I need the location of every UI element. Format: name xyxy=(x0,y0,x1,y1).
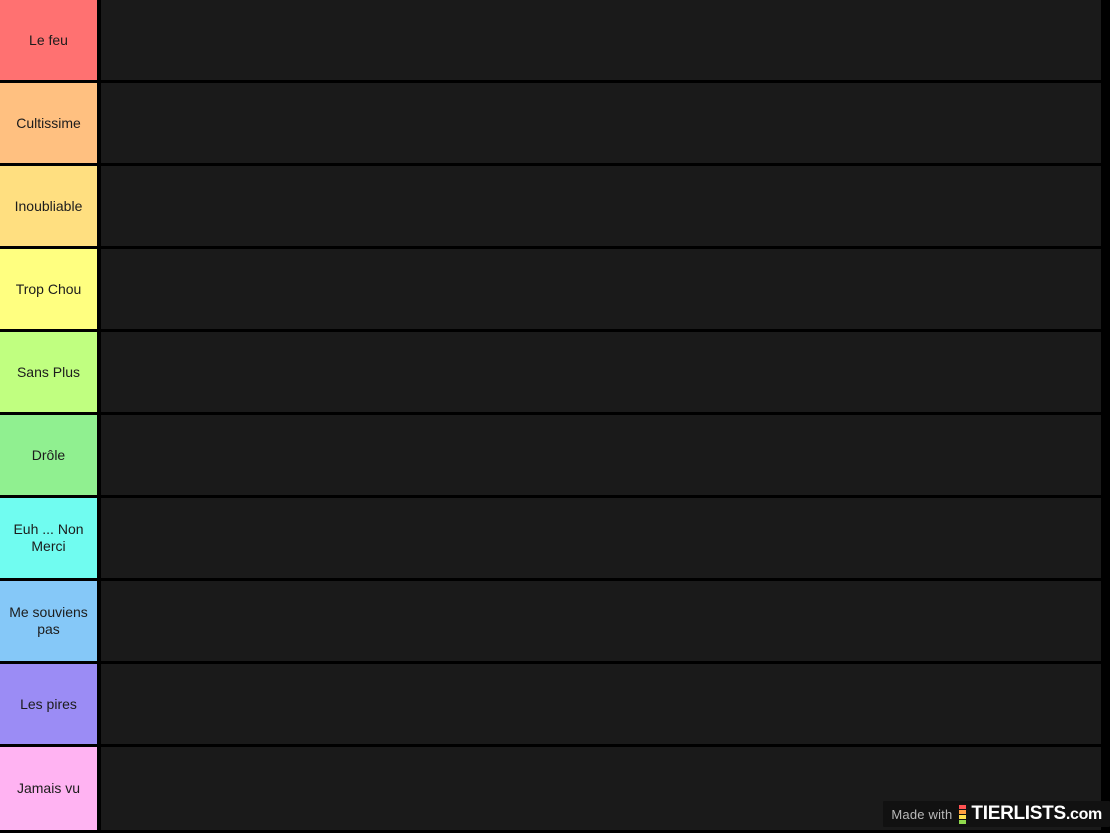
tier-label[interactable]: Sans Plus xyxy=(0,332,97,412)
tier-row: Cultissime xyxy=(0,83,1110,166)
watermark-made-with-label: Made with xyxy=(891,806,953,822)
tier-row: Les pires xyxy=(0,664,1110,747)
tier-label[interactable]: Me souviens pas xyxy=(0,581,97,661)
tier-row: Sans Plus xyxy=(0,332,1110,415)
tier-label[interactable]: Les pires xyxy=(0,664,97,744)
tier-dropzone[interactable] xyxy=(101,166,1101,246)
tier-row: Euh ... Non Merci xyxy=(0,498,1110,581)
tier-dropzone[interactable] xyxy=(101,83,1101,163)
tier-dropzone[interactable] xyxy=(101,581,1101,661)
tier-dropzone[interactable] xyxy=(101,0,1101,80)
logo-bar xyxy=(959,809,967,814)
tierlists-logo-icon xyxy=(959,804,967,824)
tier-label[interactable]: Euh ... Non Merci xyxy=(0,498,97,578)
logo-bar xyxy=(959,814,967,819)
brand-tld: .com xyxy=(1065,806,1102,823)
brand-text: TIERLISTS xyxy=(971,803,1066,824)
tier-label[interactable]: Drôle xyxy=(0,415,97,495)
tier-label[interactable]: Le feu xyxy=(0,0,97,80)
tier-rows-container: Le feu Cultissime Inoubliable Trop Chou Sans… xyxy=(0,0,1110,830)
tier-row: Drôle xyxy=(0,415,1110,498)
tier-dropzone[interactable] xyxy=(101,249,1101,329)
tier-dropzone[interactable] xyxy=(101,415,1101,495)
tier-dropzone[interactable] xyxy=(101,498,1101,578)
tier-label[interactable]: Inoubliable xyxy=(0,166,97,246)
tier-list-board: Le feu Cultissime Inoubliable Trop Chou Sans… xyxy=(0,0,1110,833)
tier-label[interactable]: Jamais vu xyxy=(0,747,97,830)
tier-label[interactable]: Cultissime xyxy=(0,83,97,163)
tier-row: Trop Chou xyxy=(0,249,1110,332)
tier-dropzone[interactable] xyxy=(101,664,1101,744)
tier-row: Le feu xyxy=(0,0,1110,83)
logo-bar xyxy=(959,819,967,824)
tier-row: Me souviens pas xyxy=(0,581,1110,664)
logo-bar xyxy=(959,804,967,809)
tier-dropzone[interactable] xyxy=(101,332,1101,412)
tierlists-watermark[interactable]: Made with TIERLISTS.com xyxy=(883,801,1110,827)
tier-label[interactable]: Trop Chou xyxy=(0,249,97,329)
tier-row: Inoubliable xyxy=(0,166,1110,249)
watermark-brand-name: TIERLISTS.com xyxy=(971,803,1102,825)
